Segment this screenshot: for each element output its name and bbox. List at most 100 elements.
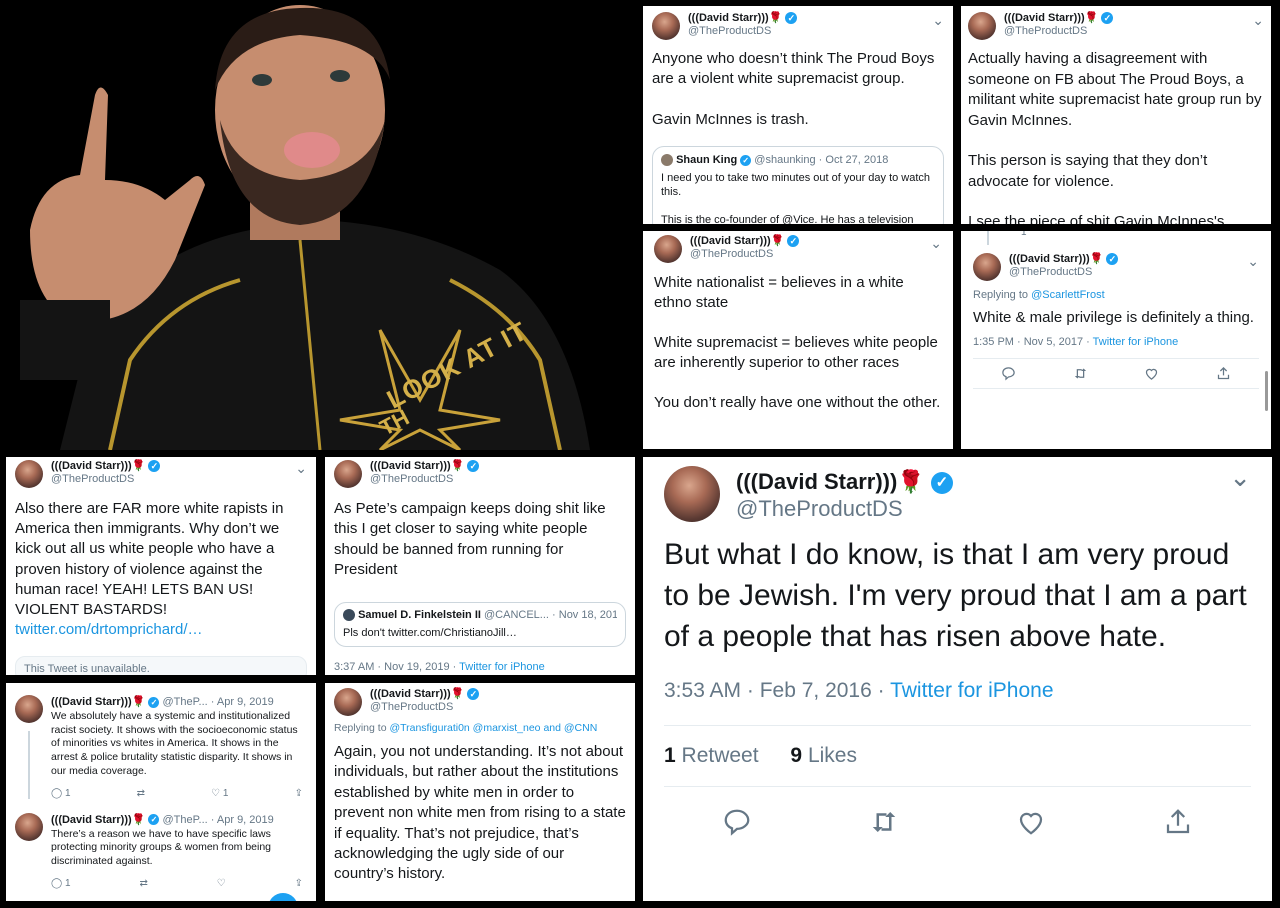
rose-icon: 🌹 <box>1089 253 1104 265</box>
chevron-down-icon[interactable]: ⌄ <box>930 235 942 252</box>
avatar[interactable] <box>334 688 362 716</box>
tweet-header: (((David Starr)))🌹 ✓ @TheProductDS <box>334 688 626 716</box>
tweet-date: · Apr 9, 2019 <box>210 813 274 826</box>
tweet-text: Also there are FAR more white rapists in… <box>15 500 284 619</box>
tweet-proud-jewish: (((David Starr)))🌹 ✓ @TheProductDS ⌄ But… <box>643 457 1272 901</box>
tweet-text: Again, you not understanding. It’s not a… <box>334 743 626 883</box>
avatar[interactable] <box>968 12 996 40</box>
tweet-text: But what I do know, is that I am very pr… <box>664 538 1247 653</box>
avatar[interactable] <box>15 812 43 841</box>
chevron-down-icon[interactable]: ⌄ <box>932 12 944 29</box>
unavailable-text: This Tweet is unavailable. <box>24 663 150 675</box>
replying-to: Replying to @ScarlettFrost <box>973 289 1259 301</box>
rose-icon: 🌹 <box>768 12 783 24</box>
retweets-count: 1 <box>664 744 676 767</box>
avatar[interactable] <box>654 235 682 263</box>
reply-icon[interactable] <box>722 807 752 837</box>
quote-text: Pls don't twitter.com/ChristianoJill… <box>343 627 517 640</box>
verified-badge-icon: ✓ <box>785 12 798 25</box>
tweet-actions: ◯ 1 ⇄ ♡ 1 ⇪ <box>51 788 307 799</box>
verified-badge-icon: ✓ <box>1106 253 1119 266</box>
share-icon[interactable]: ⇪ <box>295 788 303 799</box>
likes-count: 9 <box>790 744 803 767</box>
tweet-source-link[interactable]: Twitter for iPhone <box>459 661 545 673</box>
like-icon[interactable] <box>1144 366 1159 381</box>
reply-action[interactable]: ◯ 1 <box>51 878 71 889</box>
author-name: (((David Starr))) <box>51 813 132 826</box>
tweet-header: (((David Starr)))🌹 ✓ @TheProductDS ⌄ <box>968 12 1264 40</box>
quote-handle: @CANCEL... <box>484 609 549 622</box>
avatar[interactable] <box>334 460 362 488</box>
rose-icon: 🌹 <box>450 460 465 472</box>
tweet-source-link[interactable]: Twitter for iPhone <box>1093 336 1179 348</box>
tweet-source-link[interactable]: Twitter for iPhone <box>890 679 1053 702</box>
replying-to-user-link[interactable]: @Transfigurati0n @marxist_neo and @CNN <box>389 722 597 734</box>
retweet-icon[interactable] <box>1073 366 1088 381</box>
avatar[interactable] <box>15 695 43 723</box>
reply-icon: ◯ <box>51 877 63 889</box>
author-name: (((David Starr))) <box>736 469 898 494</box>
chevron-down-icon[interactable]: ⌄ <box>295 460 307 477</box>
author-name: (((David Starr))) <box>688 12 769 24</box>
avatar[interactable] <box>973 253 1001 281</box>
likes-stat[interactable]: 9 Likes <box>790 744 857 767</box>
avatar[interactable] <box>652 12 680 40</box>
tweet-date: · Apr 9, 2019 <box>210 696 274 708</box>
retweet-icon[interactable] <box>869 807 899 837</box>
reply-icon[interactable] <box>1001 366 1016 381</box>
quote-text-1: I need you to take two minutes out of yo… <box>661 172 931 198</box>
author-handle: @TheP... <box>162 813 208 826</box>
retweets-stat[interactable]: 1 Retweet <box>664 744 759 767</box>
rose-icon: 🌹 <box>770 235 785 247</box>
compose-button[interactable] <box>268 893 298 901</box>
share-icon[interactable] <box>1163 807 1193 837</box>
tweet-timestamp: 1:35 PM · Nov 5, 2017 · Twitter for iPho… <box>973 336 1259 348</box>
avatar[interactable] <box>664 466 720 522</box>
reply-action[interactable]: ◯ 1 <box>51 788 71 799</box>
tweet-ban-us: (((David Starr)))🌹 ✓ @TheProductDS ⌄ Als… <box>6 457 316 675</box>
thread-tweet-2: (((David Starr)))🌹 ✓ @TheP... · Apr 9, 2… <box>15 812 307 889</box>
wrestler-photo: LOOK AT IT TH <box>0 0 640 450</box>
quote-avatar <box>343 609 355 622</box>
rose-icon: 🌹 <box>1084 12 1099 24</box>
chevron-down-icon[interactable]: ⌄ <box>1229 462 1251 493</box>
thread-line <box>28 731 30 799</box>
tweet-header: (((David Starr)))🌹 ✓ @TheProductDS ⌄ <box>15 460 307 488</box>
tweet-definitions: (((David Starr)))🌹 ✓ @TheProductDS ⌄ Whi… <box>643 231 953 449</box>
previous-reply-count: 1 <box>1021 231 1027 238</box>
tweet-privilege: 1 (((David Starr)))🌹 ✓ @TheProductDS ⌄ R… <box>961 231 1271 449</box>
like-icon[interactable]: ♡ <box>217 878 226 889</box>
likes-label: Likes <box>807 744 857 767</box>
verified-badge-icon: ✓ <box>1101 12 1114 25</box>
author-name: (((David Starr))) <box>370 460 451 472</box>
author-handle: @TheProductDS <box>1009 266 1093 278</box>
rose-icon: 🌹 <box>131 460 146 472</box>
share-icon[interactable] <box>1216 366 1231 381</box>
like-icon: ♡ <box>211 787 221 799</box>
tweet-text-line-1: Actually having a disagreement with some… <box>968 50 1262 129</box>
author-handle: @TheProductDS <box>370 701 454 713</box>
avatar[interactable] <box>15 460 43 488</box>
author-handle: @TheProductDS <box>51 473 135 485</box>
tweet-text-line-2: This person is saying that they don’t ad… <box>968 152 1208 190</box>
author-name: (((David Starr))) <box>1004 12 1085 24</box>
quoted-tweet[interactable]: Shaun King ✓ @shaunking · Oct 27, 2018 I… <box>652 146 944 224</box>
replying-to-user-link[interactable]: @ScarlettFrost <box>1031 289 1105 301</box>
chevron-down-icon[interactable]: ⌄ <box>1252 12 1264 29</box>
quoted-tweet[interactable]: Samuel D. Finkelstein II @CANCEL... · No… <box>334 602 626 648</box>
tweet-stats: 1 Retweet 9 Likes <box>664 726 1251 786</box>
scrollbar[interactable] <box>1265 371 1268 411</box>
tweet-text-line-3: You don’t really have one without the ot… <box>654 394 941 411</box>
reply-count: 1 <box>64 787 71 799</box>
verified-badge-icon: ✓ <box>148 814 160 826</box>
tweet-link[interactable]: twitter.com/drtomprichard/… <box>15 620 307 640</box>
retweet-icon[interactable]: ⇄ <box>139 878 147 889</box>
retweet-icon[interactable]: ⇄ <box>137 788 145 799</box>
like-icon[interactable] <box>1016 807 1046 837</box>
like-action[interactable]: ♡ 1 <box>211 788 228 799</box>
verified-badge-icon: ✓ <box>467 688 480 701</box>
verified-badge-icon: ✓ <box>148 696 160 708</box>
chevron-down-icon[interactable]: ⌄ <box>1247 253 1259 270</box>
share-icon[interactable]: ⇪ <box>295 878 303 889</box>
tweet-header: (((David Starr)))🌹 ✓ @TheProductDS ⌄ <box>654 235 942 263</box>
